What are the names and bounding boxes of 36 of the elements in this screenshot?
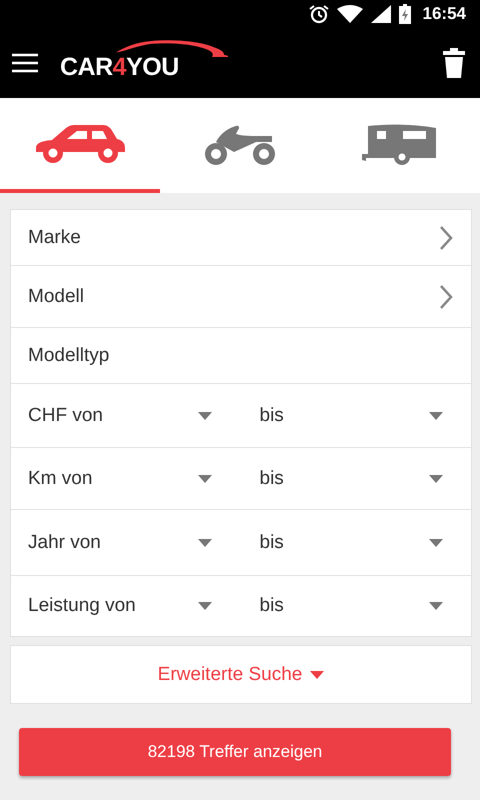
dropdown-field[interactable]: Jahr von [28,532,101,554]
app-logo: CAR4YOU [60,53,179,83]
signal-icon [370,5,391,23]
select-row[interactable]: Marke [11,210,471,265]
dropdown-caret-icon [198,412,212,420]
dropdown-caret-icon [198,538,212,546]
advanced-search-button[interactable]: Erweiterte Suche [10,645,472,704]
select-row[interactable]: Modell [11,265,471,327]
dropdown-field[interactable]: Leistung von [28,595,136,617]
caravan-icon [362,122,438,166]
dropdown-field[interactable]: Km von [28,468,92,490]
chevron-right-icon [439,224,453,250]
dropdown-field[interactable]: bis [260,595,284,617]
dropdown-caret-icon [429,602,443,610]
car-icon [34,124,126,164]
chevron-right-icon [439,284,453,310]
dropdown-field[interactable]: CHF von [28,404,103,426]
input-field[interactable]: Modelltyp [28,344,110,366]
trash-icon[interactable] [442,48,466,78]
status-time: 16:54 [422,4,466,24]
dropdown-field[interactable]: bis [260,532,284,554]
wifi-icon [336,5,363,23]
dropdown-caret-icon [198,474,212,482]
field-label: Marke [28,226,81,248]
dropdown-caret-icon [310,670,324,678]
battery-icon [398,4,411,24]
dropdown-caret-icon [198,602,212,610]
dropdown-caret-icon [429,538,443,546]
dropdown-field[interactable]: bis [260,404,284,426]
field-label: Modell [28,286,84,308]
dropdown-caret-icon [429,474,443,482]
show-results-button[interactable]: 82198 Treffer anzeigen [19,728,451,776]
dropdown-caret-icon [429,412,443,420]
alarm-clock-icon [308,4,329,24]
menu-icon[interactable] [12,53,38,73]
dropdown-field[interactable]: bis [260,468,284,490]
